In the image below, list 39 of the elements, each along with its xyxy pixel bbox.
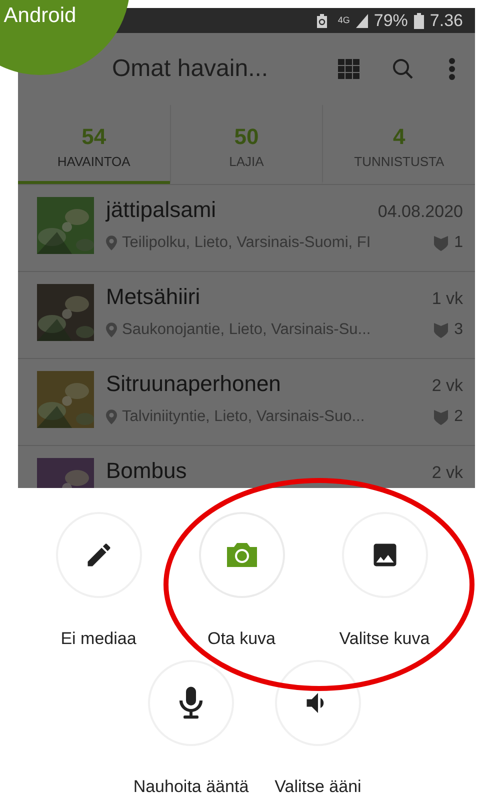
species-name: jättipalsami bbox=[106, 197, 216, 223]
battery-percentage: 79% bbox=[374, 10, 408, 32]
grid-view-button[interactable] bbox=[337, 57, 361, 81]
observation-row[interactable]: Metsähiiri 1 vk Saukonojantie, Lieto, Varsinais-Su... 3 bbox=[18, 272, 475, 359]
more-icon bbox=[448, 57, 456, 81]
tab[interactable]: 4 TUNNISTUSTA bbox=[322, 105, 475, 184]
shield-icon bbox=[434, 234, 448, 250]
observation-time: 2 vk bbox=[432, 375, 463, 397]
media-option-label: Nauhoita ääntä bbox=[133, 776, 249, 794]
species-name: Sitruunaperhonen bbox=[106, 371, 281, 397]
media-option-label: Valitse ääni bbox=[274, 776, 362, 794]
observation-time: 2 vk bbox=[432, 462, 463, 484]
recycle-battery-icon bbox=[316, 14, 328, 28]
media-option-label: Ota kuva bbox=[207, 628, 276, 650]
identification-count: 1 bbox=[454, 232, 463, 252]
clock: 7.36 bbox=[430, 10, 463, 32]
observation-time: 04.08.2020 bbox=[378, 201, 463, 223]
observation-row[interactable]: Sitruunaperhonen 2 vk Talviniityntie, Lieto, Varsinais-Suo... 2 bbox=[18, 359, 475, 446]
observation-time: 1 vk bbox=[432, 288, 463, 310]
species-name: Bombus bbox=[106, 458, 187, 484]
location-pin-icon bbox=[106, 234, 117, 250]
grid-icon bbox=[338, 59, 360, 79]
shield-icon bbox=[434, 322, 448, 338]
search-icon bbox=[391, 57, 415, 81]
location-pin-icon bbox=[106, 322, 117, 338]
identification-count: 2 bbox=[454, 406, 463, 426]
location-text: Saukonojantie, Lieto, Varsinais-Su... bbox=[122, 320, 371, 340]
media-option-label: Valitse kuva bbox=[339, 628, 430, 650]
network-label: 4G bbox=[338, 16, 350, 25]
species-name: Metsähiiri bbox=[106, 284, 200, 310]
location-text: Talviniityntie, Lieto, Varsinais-Suo... bbox=[122, 406, 365, 427]
battery-icon bbox=[414, 12, 424, 28]
media-option-label: Ei mediaa bbox=[60, 628, 136, 650]
tab[interactable]: 50 LAJIA bbox=[170, 105, 322, 184]
tab[interactable]: 54 HAVAINTOA bbox=[18, 105, 170, 184]
identification-count: 3 bbox=[454, 320, 463, 340]
location-pin-icon bbox=[106, 408, 117, 424]
shield-icon bbox=[434, 408, 448, 424]
signal-icon bbox=[356, 14, 368, 28]
